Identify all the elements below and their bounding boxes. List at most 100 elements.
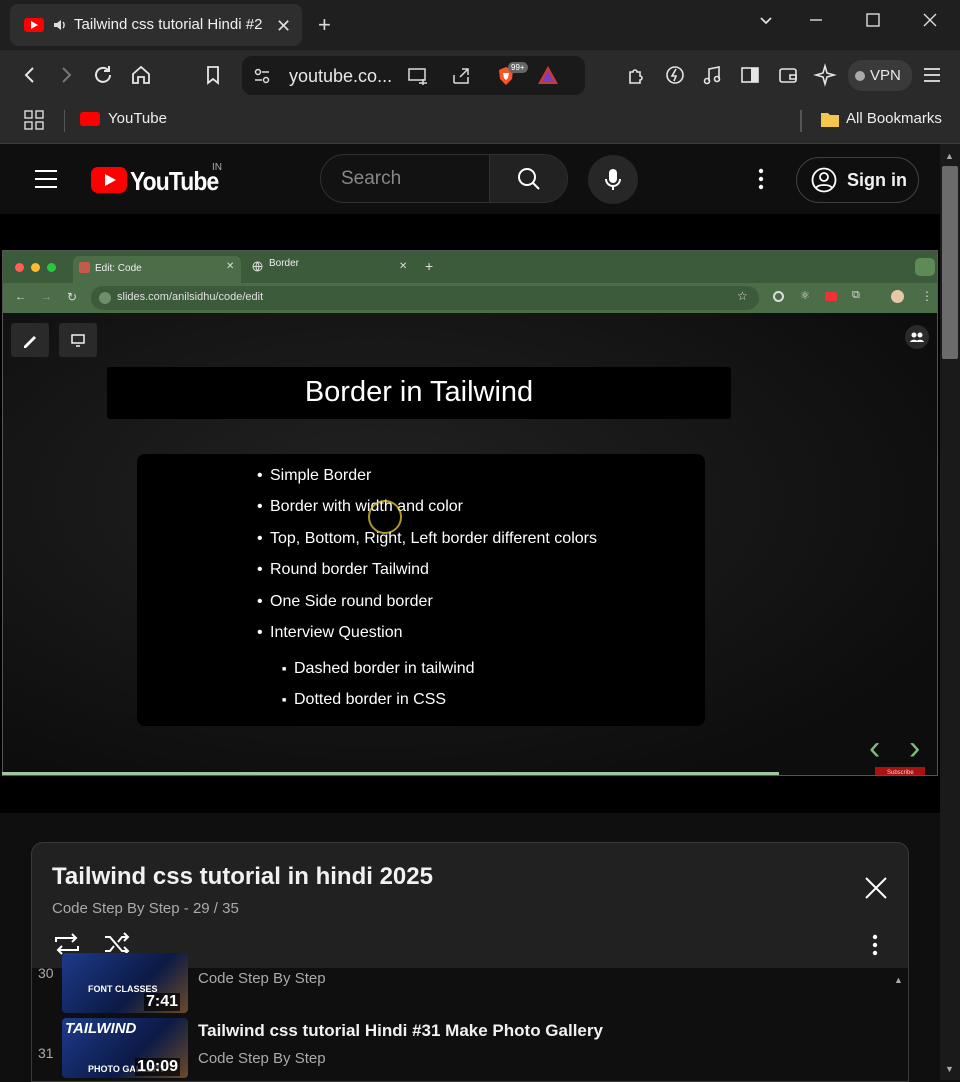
scroll-down-arrow-icon[interactable]: ▼ [945,1064,954,1074]
video-player[interactable]: Edit: Code ✕ Border ✕ + ← → ↻ slides.com… [0,214,940,813]
url-text[interactable]: youtube.co... [289,66,392,87]
react-devtools-icon: ⚛ [800,290,810,302]
video-inner-tab-1-title: Edit: Code [95,263,142,274]
vpn-button[interactable]: VPN [848,60,912,91]
slide-bullet: Border with width and color [257,498,463,516]
voice-search-button[interactable] [588,155,638,204]
tab-search-chevron-icon[interactable] [758,12,774,28]
media-music-icon[interactable] [700,63,724,87]
subscribe-badge: Subscribe [875,767,925,775]
search-box [320,154,568,203]
sign-in-label: Sign in [847,170,907,190]
playlist-channel[interactable]: Code Step By Step [52,900,180,917]
youtube-favicon-icon [24,18,44,32]
maximize-icon[interactable] [865,12,881,28]
speaker-icon[interactable] [52,17,68,33]
hamburger-menu-icon[interactable] [34,168,58,190]
menu-icon[interactable] [920,63,944,87]
site-info-icon [99,292,111,304]
youtube-logo-text[interactable]: YouTube [130,166,219,197]
playlist-subtitle: Code Step By Step - 29 / 35 [52,900,239,917]
cast-icon[interactable] [407,65,429,87]
site-settings-icon[interactable] [252,66,272,86]
slide-bullet: Top, Bottom, Right, Left border differen… [257,530,597,548]
divider [800,110,802,132]
video-inner-tab-1: Edit: Code ✕ [73,256,241,283]
playlist-title[interactable]: Tailwind css tutorial in hindi 2025 [52,863,433,891]
bookmark-icon[interactable] [201,63,225,87]
browser-tab[interactable]: Tailwind css tutorial Hindi #2 ✕ [10,4,302,46]
forward-icon: → [41,291,52,303]
vpn-status-icon [855,71,865,81]
home-icon[interactable] [129,63,153,87]
video-duration: 10:09 [135,1058,180,1076]
new-tab-icon: + [425,258,434,274]
brave-rewards-icon[interactable] [536,64,560,86]
leo-ai-icon[interactable] [663,63,687,87]
extension-icon [773,291,784,302]
playlist-item-channel: Code Step By Step [198,970,326,987]
forward-icon[interactable] [54,63,78,87]
folder-icon[interactable] [820,111,840,128]
page-scrollbar[interactable]: ▲ ▼ [940,144,960,1080]
playlist-position: 29 / 35 [192,900,239,917]
youtube-favicon-icon [80,112,100,126]
wallet-icon[interactable] [776,63,800,87]
close-window-icon[interactable] [922,12,938,28]
back-icon: ← [15,291,26,303]
globe-icon [252,261,263,272]
slide-prev-arrow-icon: ‹ [869,729,881,767]
video-content-browser-window: Edit: Code ✕ Border ✕ + ← → ↻ slides.com… [2,250,938,776]
more-icon: ⋮ [921,289,933,303]
address-bar[interactable]: youtube.co... 99+ [242,56,585,95]
share-icon[interactable] [450,65,472,87]
minimize-icon[interactable] [808,12,824,28]
playlist-item-index: 31 [38,1045,54,1061]
playlist-item-channel: Code Step By Step [198,1050,326,1067]
slide-sub-bullet: Dotted border in CSS [282,691,446,709]
extensions-icon[interactable] [625,63,649,87]
close-icon: ✕ [399,261,408,272]
vpn-label: VPN [870,67,901,84]
back-icon[interactable] [18,63,42,87]
scroll-up-icon[interactable]: ▲ [894,975,903,985]
microphone-icon [604,168,622,192]
playlist-item-title[interactable]: Tailwind css tutorial Hindi #31 Make Pho… [198,1021,603,1041]
reload-icon[interactable] [91,63,115,87]
sign-in-button[interactable]: Sign in [796,157,919,203]
slide-title: Border in Tailwind [304,376,534,408]
tab-title: Tailwind css tutorial Hindi #2 [74,16,263,33]
close-playlist-icon[interactable] [864,876,888,900]
playlist-item-thumbnail[interactable]: FONT CLASSES 7:41 [62,953,188,1013]
video-progress-bar[interactable] [2,772,779,775]
playlist-item[interactable]: 30 FONT CLASSES 7:41 Code Step By Step [32,953,908,1013]
chevron-down-icon [915,258,935,276]
new-tab-icon[interactable]: + [318,12,331,38]
browser-tab-strip: Tailwind css tutorial Hindi #2 ✕ + [0,0,960,50]
bookmark-youtube-label: YouTube [108,110,167,127]
playlist-list: 30 FONT CLASSES 7:41 Code Step By Step 3… [32,953,908,1081]
slide-bullet: Interview Question [257,624,402,642]
sidebar-icon[interactable] [738,63,762,87]
search-input[interactable] [321,155,489,202]
video-inner-tab-2-title: Border [269,258,300,269]
youtube-logo-icon[interactable] [91,167,127,193]
ai-sparkle-icon[interactable] [813,63,837,87]
playlist-item[interactable]: 31 TAILWIND PHOTO GALLERY 10:09 Tailwind… [32,1018,908,1078]
slide-next-arrow-icon: › [909,729,921,767]
brave-badge: 99+ [508,62,528,73]
mac-minimize-dot [31,263,40,272]
scroll-up-arrow-icon[interactable]: ▲ [945,151,954,161]
mac-maximize-dot [47,263,56,272]
video-inner-tabstrip: Edit: Code ✕ Border ✕ + [3,251,937,283]
country-code: IN [212,162,222,173]
video-inner-toolbar: ← → ↻ slides.com/anilsidhu/code/edit ☆ ⚛… [3,283,937,313]
search-button[interactable] [489,155,567,202]
playlist-item-thumbnail[interactable]: TAILWIND PHOTO GALLERY 10:09 [62,1018,188,1078]
scrollbar-thumb[interactable] [942,166,958,359]
all-bookmarks-label[interactable]: All Bookmarks [846,110,942,127]
apps-grid-icon[interactable] [24,110,44,130]
more-options-icon[interactable] [758,168,764,190]
tab-close-icon[interactable]: ✕ [276,16,291,37]
pen-tool-icon [11,323,49,357]
